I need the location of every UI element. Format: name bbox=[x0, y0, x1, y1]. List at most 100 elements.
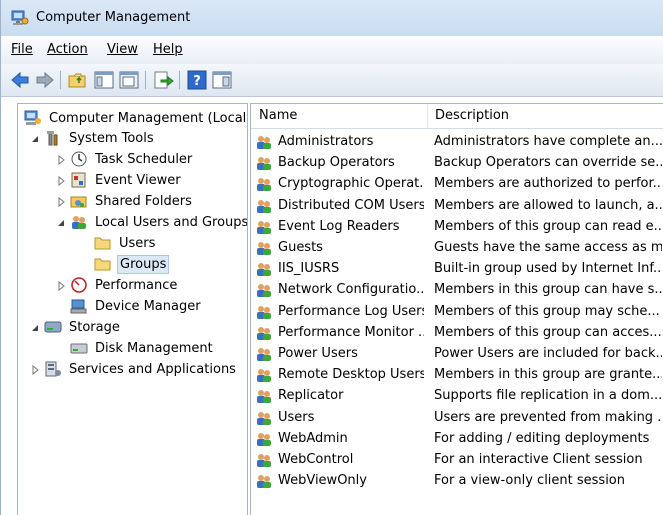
table-row[interactable]: Network Configuratio... Members in this g… bbox=[251, 280, 663, 301]
tree-item-task-scheduler[interactable]: Task Scheduler bbox=[56, 149, 194, 169]
console-tree: Computer Management (Local System Tools … bbox=[17, 103, 248, 515]
group-description: Users are prevented from making ... bbox=[434, 409, 662, 425]
menu-action-label: Action bbox=[47, 42, 88, 57]
menu-file-label: File bbox=[11, 42, 33, 57]
table-row[interactable]: Administrators Administrators have comple… bbox=[251, 132, 663, 153]
group-icon bbox=[255, 452, 273, 468]
table-row[interactable]: Remote Desktop Users Members in this grou… bbox=[251, 365, 663, 386]
folder-icon bbox=[94, 235, 112, 251]
tree-item-device-manager[interactable]: Device Manager bbox=[70, 296, 203, 316]
column-header-description[interactable]: Description bbox=[435, 108, 509, 123]
device-manager-icon bbox=[70, 298, 88, 314]
group-name: WebViewOnly bbox=[278, 473, 367, 489]
expanded-triangle-icon[interactable] bbox=[30, 322, 40, 332]
group-icon bbox=[255, 155, 273, 171]
table-row[interactable]: Power Users Power Users are included for … bbox=[251, 344, 663, 365]
column-header-name[interactable]: Name bbox=[259, 108, 297, 123]
group-description: Members are authorized to perfor... bbox=[434, 176, 662, 192]
group-description: Members of this group can read e... bbox=[434, 218, 662, 234]
tree-item-label: Computer Management (Local bbox=[49, 110, 247, 126]
show-hide-action-pane-icon[interactable] bbox=[118, 69, 140, 91]
table-row[interactable]: Performance Log Users Members of this gro… bbox=[251, 302, 663, 323]
tree-item-performance[interactable]: Performance bbox=[56, 275, 179, 295]
table-row[interactable]: Performance Monitor ... Members of this g… bbox=[251, 323, 663, 344]
group-description: For an interactive Client session bbox=[434, 452, 643, 467]
group-description: For adding / editing deployments bbox=[434, 430, 650, 446]
group-icon bbox=[255, 261, 273, 277]
svg-text:?: ? bbox=[193, 74, 201, 89]
group-name: WebControl bbox=[278, 452, 354, 467]
group-name: Administrators bbox=[278, 134, 374, 149]
table-row[interactable]: Event Log Readers Members of this group c… bbox=[251, 217, 663, 238]
tools-icon bbox=[44, 130, 62, 146]
show-hide-tree-icon[interactable] bbox=[93, 69, 115, 91]
shared-folder-icon bbox=[70, 193, 88, 209]
group-icon bbox=[255, 219, 273, 235]
menu-help[interactable]: Help bbox=[153, 42, 183, 57]
title-bar[interactable]: Computer Management bbox=[1, 0, 663, 36]
menu-file[interactable]: File bbox=[11, 42, 33, 57]
column-divider[interactable] bbox=[427, 104, 428, 128]
table-row[interactable]: Replicator Supports file replication in a… bbox=[251, 386, 663, 407]
tree-item-users[interactable]: Users bbox=[94, 233, 157, 253]
group-name: Guests bbox=[278, 240, 323, 255]
tree-item-services-and-applications[interactable]: Services and Applications bbox=[30, 359, 238, 379]
tree-item-label: Services and Applications bbox=[69, 361, 236, 377]
menu-help-label: Help bbox=[153, 42, 183, 57]
collapsed-triangle-icon[interactable] bbox=[30, 364, 40, 376]
tree-item-event-viewer[interactable]: Event Viewer bbox=[56, 170, 183, 190]
show-hide-console-tree-icon[interactable] bbox=[211, 69, 233, 91]
toolbar-separator bbox=[60, 71, 61, 89]
collapsed-triangle-icon[interactable] bbox=[56, 154, 66, 166]
tree-item-shared-folders[interactable]: Shared Folders bbox=[56, 191, 194, 211]
group-icon bbox=[255, 388, 273, 404]
collapsed-triangle-icon[interactable] bbox=[56, 280, 66, 292]
table-row[interactable]: WebViewOnly For a view-only client sessio… bbox=[251, 471, 663, 492]
tree-item-storage[interactable]: Storage bbox=[30, 317, 122, 337]
tree-item-computer-management[interactable]: Computer Management (Local bbox=[24, 108, 247, 128]
menu-view[interactable]: View bbox=[107, 42, 138, 57]
help-icon[interactable]: ? bbox=[186, 69, 208, 91]
group-name: Distributed COM Users bbox=[278, 197, 424, 213]
group-name: Backup Operators bbox=[278, 155, 395, 171]
table-row[interactable]: WebControl For an interactive Client sess… bbox=[251, 450, 663, 471]
expanded-triangle-icon[interactable] bbox=[56, 217, 66, 227]
collapsed-triangle-icon[interactable] bbox=[56, 196, 66, 208]
table-row[interactable]: Backup Operators Backup Operators can ove… bbox=[251, 153, 663, 174]
table-row[interactable]: IIS_IUSRS Built-in group used by Internet… bbox=[251, 259, 663, 280]
menu-action[interactable]: Action bbox=[47, 42, 88, 57]
up-folder-icon[interactable] bbox=[67, 69, 89, 91]
group-name: Performance Monitor ... bbox=[278, 324, 424, 340]
groups-list: Name Description Administrators Administr… bbox=[250, 103, 663, 515]
tree-item-label: Local Users and Groups bbox=[95, 214, 248, 230]
group-name: Cryptographic Operat... bbox=[278, 176, 424, 192]
toolbar-separator bbox=[179, 71, 180, 89]
tree-item-disk-management[interactable]: Disk Management bbox=[70, 338, 215, 358]
tree-item-label: Performance bbox=[95, 277, 178, 293]
group-description: For a view-only client session bbox=[434, 473, 626, 489]
table-row[interactable]: Cryptographic Operat... Members are autho… bbox=[251, 174, 663, 195]
group-description: Supports file replication in a dom... bbox=[434, 388, 662, 404]
group-description: Members of this group can acces... bbox=[434, 324, 662, 340]
export-list-icon[interactable] bbox=[152, 69, 174, 91]
table-row[interactable]: Users Users are prevented from making ... bbox=[251, 408, 663, 429]
storage-icon bbox=[44, 319, 62, 335]
table-row[interactable]: WebAdmin For adding / editing deployments bbox=[251, 429, 663, 450]
table-row[interactable]: Guests Guests have the same access as m..… bbox=[251, 238, 663, 259]
table-row[interactable]: Distributed COM Users Members are allowed… bbox=[251, 196, 663, 217]
services-icon bbox=[44, 361, 62, 377]
tree-item-local-users-and-groups[interactable]: Local Users and Groups bbox=[56, 212, 248, 232]
expanded-triangle-icon[interactable] bbox=[30, 133, 40, 143]
group-icon bbox=[255, 431, 273, 447]
group-description: Members of this group may sche... bbox=[434, 303, 660, 319]
forward-arrow-icon[interactable] bbox=[34, 69, 56, 91]
group-icon bbox=[255, 410, 273, 426]
tree-item-groups[interactable]: Groups bbox=[94, 254, 170, 274]
group-name: Event Log Readers bbox=[278, 218, 400, 234]
group-icon bbox=[255, 346, 273, 362]
back-arrow-icon[interactable] bbox=[9, 69, 31, 91]
group-name: Replicator bbox=[278, 388, 344, 404]
disk-icon bbox=[70, 340, 88, 356]
tree-item-system-tools[interactable]: System Tools bbox=[30, 128, 156, 148]
collapsed-triangle-icon[interactable] bbox=[56, 175, 66, 187]
